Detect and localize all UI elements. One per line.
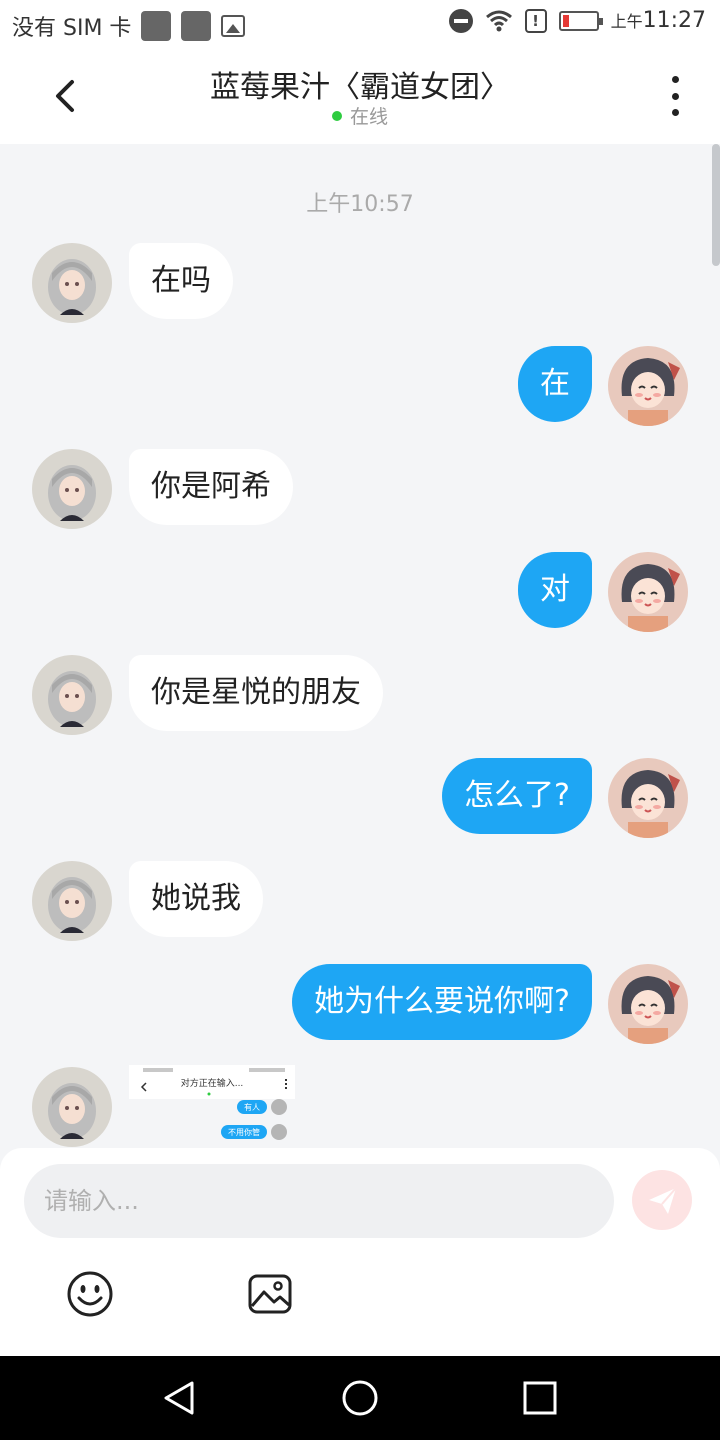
thumb-bubble-1: 有人 bbox=[244, 1102, 260, 1112]
thumb-title: 对方正在输入... bbox=[181, 1077, 244, 1089]
wifi-icon bbox=[485, 10, 512, 31]
message-input[interactable] bbox=[24, 1164, 614, 1238]
outgoing-message[interactable]: 对 bbox=[518, 552, 592, 628]
image-message[interactable]: 对方正在输入... 有人 不用你管 bbox=[129, 1065, 295, 1148]
carrier-label: 没有 SIM 卡 bbox=[12, 16, 132, 41]
chat-scrollbar[interactable] bbox=[712, 144, 720, 266]
smiley-icon bbox=[67, 1271, 113, 1317]
outgoing-message[interactable]: 她为什么要说你啊? bbox=[292, 964, 592, 1040]
nav-recents-button[interactable] bbox=[520, 1378, 560, 1418]
thumb-bubble-2: 不用你管 bbox=[228, 1127, 260, 1137]
chat-header: 蓝莓果汁〈霸道女团〉 在线 bbox=[0, 50, 720, 144]
send-button[interactable] bbox=[632, 1170, 692, 1230]
contact-avatar[interactable] bbox=[32, 1067, 112, 1147]
incoming-message[interactable]: 你是星悦的朋友 bbox=[129, 655, 383, 731]
clock-ampm: 上午 bbox=[610, 12, 643, 31]
contact-avatar[interactable] bbox=[32, 449, 112, 529]
image-button[interactable] bbox=[246, 1270, 294, 1318]
online-dot-icon bbox=[331, 110, 342, 121]
emoji-button[interactable] bbox=[66, 1270, 114, 1318]
my-avatar[interactable] bbox=[608, 758, 688, 838]
home-circle-icon bbox=[342, 1380, 378, 1416]
incoming-message[interactable]: 她说我 bbox=[129, 861, 263, 937]
system-nav-bar bbox=[0, 1356, 720, 1440]
more-options-button[interactable] bbox=[660, 76, 690, 116]
more-dot-icon bbox=[671, 76, 679, 83]
status-bar-right: ! 上午11:27 bbox=[448, 8, 706, 33]
nav-back-button[interactable] bbox=[160, 1378, 200, 1418]
incoming-message[interactable]: 在吗 bbox=[129, 243, 233, 319]
contact-avatar[interactable] bbox=[32, 655, 112, 735]
message-list[interactable]: 上午10:57 在吗 在 你是阿希 对 你是星悦的朋友 怎么了? 她说我 她为什… bbox=[0, 144, 720, 1148]
image-icon bbox=[221, 15, 246, 37]
online-status: 在线 bbox=[0, 102, 720, 129]
nav-home-button[interactable] bbox=[340, 1378, 380, 1418]
message-timestamp: 上午10:57 bbox=[306, 192, 414, 217]
my-avatar[interactable] bbox=[608, 552, 688, 632]
do-not-disturb-icon bbox=[448, 8, 473, 33]
incoming-message[interactable]: 你是阿希 bbox=[129, 449, 293, 525]
status-bar: 没有 SIM 卡 ! 上午11:27 bbox=[0, 0, 720, 50]
clock-time: 11:27 bbox=[642, 8, 706, 33]
contact-avatar[interactable] bbox=[32, 861, 112, 941]
online-status-label: 在线 bbox=[349, 106, 388, 128]
more-dot-icon bbox=[671, 109, 679, 116]
status-bar-left: 没有 SIM 卡 bbox=[12, 10, 246, 42]
screenshot-thumbnail: 对方正在输入... 有人 不用你管 bbox=[129, 1065, 295, 1148]
send-icon bbox=[649, 1187, 677, 1214]
outgoing-message[interactable]: 在 bbox=[518, 346, 592, 422]
image-icon bbox=[248, 1274, 292, 1314]
recents-square-icon bbox=[523, 1381, 557, 1415]
warning-icon: ! bbox=[524, 8, 547, 33]
my-avatar[interactable] bbox=[608, 964, 688, 1044]
back-triangle-icon bbox=[164, 1381, 194, 1415]
outgoing-message[interactable]: 怎么了? bbox=[442, 758, 592, 834]
battery-low-icon bbox=[558, 10, 603, 31]
more-dot-icon bbox=[671, 92, 679, 100]
chat-title: 蓝莓果汁〈霸道女团〉 bbox=[210, 70, 510, 105]
message-composer bbox=[0, 1148, 720, 1356]
sim-placeholder-icon bbox=[141, 11, 172, 41]
clock: 上午11:27 bbox=[611, 8, 706, 33]
sim-placeholder-icon bbox=[181, 11, 212, 41]
contact-avatar[interactable] bbox=[32, 243, 112, 323]
my-avatar[interactable] bbox=[608, 346, 688, 426]
